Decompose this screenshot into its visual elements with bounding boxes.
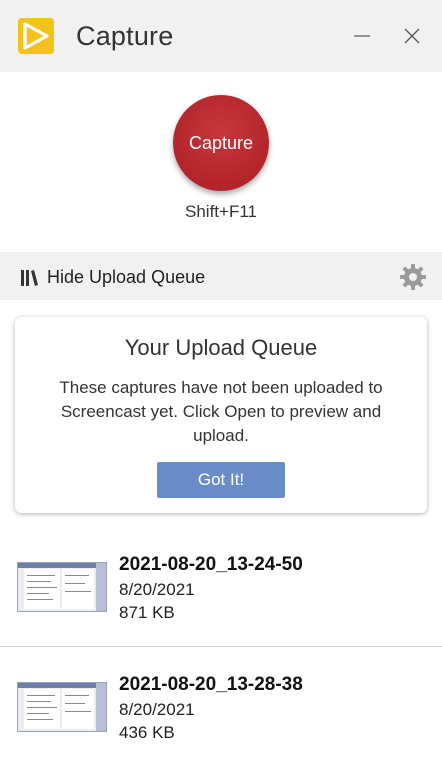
capture-name: 2021-08-20_13-28-38 (119, 674, 303, 695)
capture-list-item[interactable]: 2021-08-20_13-24-50 8/20/2021 871 KB (0, 540, 442, 650)
capture-button[interactable]: Capture (173, 95, 269, 191)
gear-icon[interactable] (399, 263, 427, 291)
info-card-body: These captures have not been uploaded to… (59, 378, 383, 445)
title-bar: Capture (0, 0, 442, 72)
capture-list-item[interactable]: 2021-08-20_13-28-38 8/20/2021 436 KB (0, 660, 442, 770)
list-divider (0, 646, 442, 647)
capture-date: 8/20/2021 (119, 580, 195, 599)
capture-app-logo-icon (18, 18, 54, 54)
hide-upload-queue-toggle[interactable]: Hide Upload Queue (20, 264, 205, 290)
upload-queue-info-card: Your Upload Queue These captures have no… (15, 317, 427, 513)
close-icon (404, 28, 420, 44)
capture-shortcut: Shift+F11 (185, 202, 257, 221)
capture-area: Capture Shift+F11 (0, 72, 442, 252)
minimize-button[interactable] (348, 22, 376, 50)
capture-size: 436 KB (119, 723, 175, 742)
capture-date: 8/20/2021 (119, 700, 195, 719)
capture-thumbnail (17, 562, 107, 612)
minimize-icon (354, 35, 370, 37)
capture-thumbnail (17, 682, 107, 732)
upload-queue-bar: Hide Upload Queue (0, 252, 442, 300)
close-button[interactable] (398, 22, 426, 50)
library-books-icon (21, 269, 38, 286)
info-card-title: Your Upload Queue (124, 335, 318, 360)
capture-name: 2021-08-20_13-24-50 (119, 554, 303, 575)
got-it-button[interactable]: Got It! (157, 462, 285, 498)
hide-upload-queue-label: Hide Upload Queue (47, 266, 206, 287)
capture-size: 871 KB (119, 603, 175, 622)
window-title: Capture (76, 21, 174, 51)
